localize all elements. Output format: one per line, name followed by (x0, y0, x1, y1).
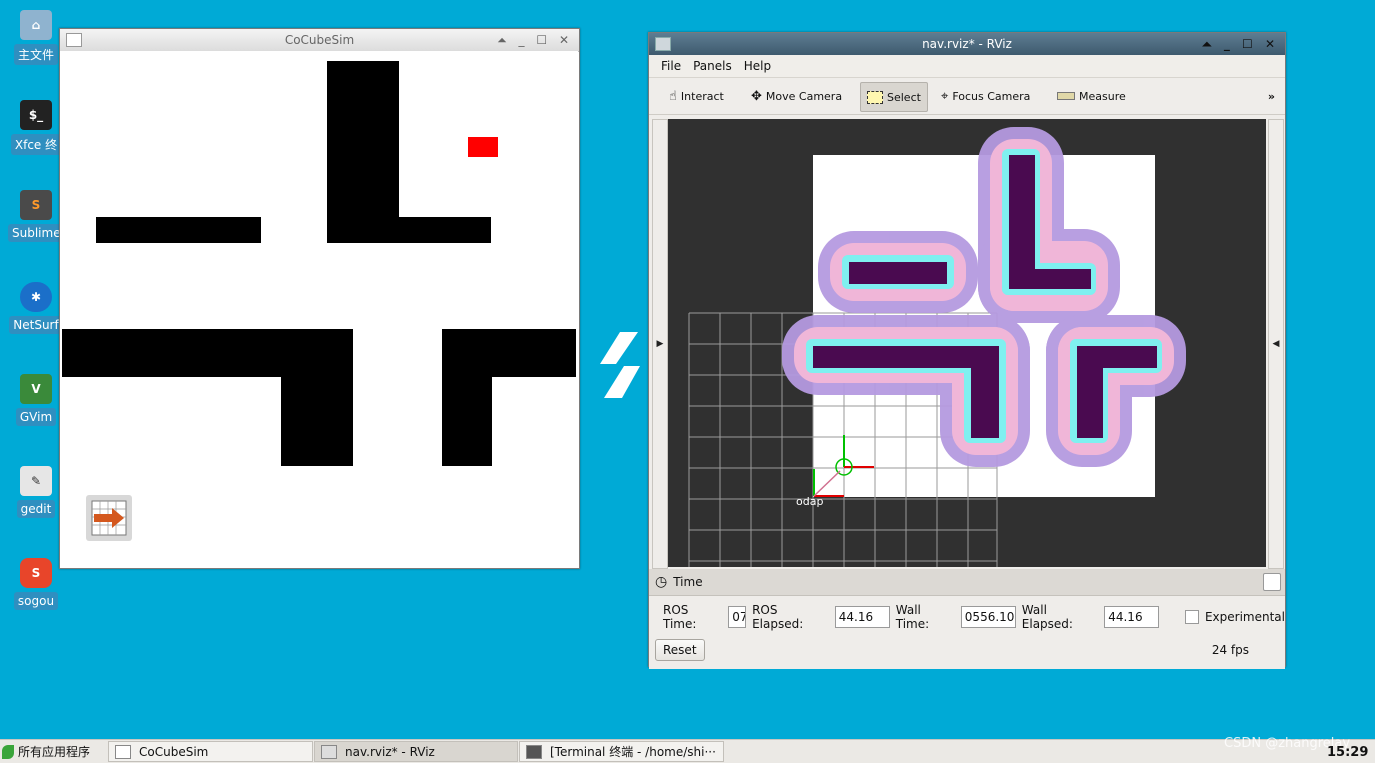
left-panel-toggle-icon[interactable]: ▶ (652, 119, 668, 569)
obstacle (399, 217, 491, 243)
tool-focus-camera[interactable]: ⌖ Focus Camera (935, 82, 1036, 110)
hand-icon: ☝ (669, 88, 677, 104)
wall-elapsed-label: Wall Elapsed: (1021, 603, 1073, 631)
gedit-icon: ✎ (20, 466, 52, 496)
focus-icon: ⌖ (941, 88, 949, 104)
task-rviz[interactable]: nav.rviz* - RViz (314, 741, 518, 762)
wall-time-label: Wall Time: (895, 603, 930, 631)
window-icon (115, 744, 131, 759)
obstacle (281, 377, 353, 466)
tool-move-camera[interactable]: ✥ Move Camera (745, 82, 848, 110)
terminal-icon (526, 744, 542, 759)
obstacle (62, 329, 353, 377)
tool-measure[interactable]: Measure (1051, 82, 1132, 110)
task-terminal[interactable]: [Terminal 终端 - /home/shi··· (519, 741, 724, 762)
menu-bar: File Panels Help (649, 55, 1285, 78)
menu-help[interactable]: Help (744, 59, 771, 73)
wall-time-field[interactable]: 0556.10 (960, 606, 1016, 628)
netsurf-icon: ✱ (20, 282, 52, 312)
desktop-logo-icon (598, 330, 642, 403)
obstacle (442, 329, 576, 377)
rviz-window[interactable]: nav.rviz* - RViz ⏶ _ ☐ ✕ File Panels Hel… (648, 32, 1286, 669)
ros-time-label: ROS Time: (663, 603, 697, 631)
render-viewport[interactable]: odap (668, 119, 1266, 567)
desktop-icon-sogou[interactable]: S sogou (8, 558, 64, 610)
window-controls[interactable]: ⏶ _ ☐ ✕ (1202, 33, 1279, 55)
taskbar: 所有应用程序 CoCubeSim nav.rviz* - RViz [Termi… (0, 736, 1375, 763)
menu-panels[interactable]: Panels (693, 59, 732, 73)
frame-label: odap (796, 495, 824, 508)
tool-select[interactable]: Select (860, 82, 928, 112)
home-folder-icon: ⌂ (20, 10, 52, 40)
ros-time-field[interactable]: 07 (728, 606, 747, 628)
tool-bar: ☝ Interact ✥ Move Camera Select ⌖ Focus Cam… (649, 78, 1285, 115)
rviz-title: nav.rviz* - RViz (922, 37, 1012, 51)
experimental-checkbox[interactable] (1185, 610, 1199, 624)
obstacle (442, 377, 492, 466)
time-fields-row: ROS Time: 07 ROS Elapsed: 44.16 Wall Tim… (663, 603, 1285, 631)
desktop-icon-sublime[interactable]: S Sublime (8, 190, 65, 242)
reset-button[interactable]: Reset (655, 639, 705, 661)
experimental-label: Experimental (1204, 610, 1285, 624)
ros-elapsed-field[interactable]: 44.16 (834, 606, 890, 628)
clock: 15:29 (1327, 745, 1369, 760)
desktop-icon-terminal[interactable]: $_ Xfce 终 (8, 100, 64, 155)
select-box-icon (867, 90, 883, 104)
rviz-icon (321, 744, 337, 759)
sim-title: CoCubeSim (284, 33, 355, 47)
gvim-icon: V (20, 374, 52, 404)
leaf-icon (2, 744, 14, 759)
obstacle (96, 217, 261, 243)
window-menu-icon[interactable] (66, 33, 82, 47)
window-menu-icon[interactable] (655, 37, 671, 51)
sim-titlebar[interactable]: CoCubeSim ⏶ _ ☐ ✕ (60, 29, 579, 52)
right-panel-toggle-icon[interactable]: ◀ (1268, 119, 1284, 569)
grid-arrow-icon[interactable] (86, 495, 132, 541)
toolbar-more-button[interactable]: » (1262, 82, 1281, 110)
desktop-icon-home[interactable]: ⌂ 主文件 (8, 10, 64, 65)
move-icon: ✥ (751, 88, 762, 104)
time-panel-header: ◷ Time (649, 569, 1285, 596)
desktop-icon-gvim[interactable]: V GVim (8, 374, 64, 426)
window-controls[interactable]: ⏶ _ ☐ ✕ (497, 29, 573, 51)
desktop-icon-netsurf[interactable]: ✱ NetSurf (8, 282, 64, 334)
task-cocubesim[interactable]: CoCubeSim (108, 741, 313, 762)
wall-elapsed-field[interactable]: 44.16 (1104, 606, 1160, 628)
ruler-icon (1057, 92, 1075, 100)
menu-file[interactable]: File (661, 59, 681, 73)
obstacle (327, 61, 399, 243)
terminal-icon: $_ (20, 100, 52, 130)
tool-interact[interactable]: ☝ Interact (663, 82, 730, 110)
costmap-view (688, 127, 1186, 567)
rviz-titlebar[interactable]: nav.rviz* - RViz ⏶ _ ☐ ✕ (649, 33, 1285, 55)
start-menu-button[interactable]: 所有应用程序 (2, 743, 90, 760)
clock-icon: ◷ (655, 574, 668, 590)
ros-elapsed-label: ROS Elapsed: (752, 603, 804, 631)
sogou-icon: S (20, 558, 52, 588)
panel-float-button[interactable] (1263, 573, 1281, 591)
time-panel: ◷ Time ROS Time: 07 ROS Elapsed: 44.16 W… (649, 569, 1285, 669)
sublime-icon: S (20, 190, 52, 220)
cocubesim-window[interactable]: CoCubeSim ⏶ _ ☐ ✕ (59, 28, 580, 569)
desktop-icon-gedit[interactable]: ✎ gedit (8, 466, 64, 518)
robot-marker (468, 137, 498, 157)
fps-readout: 24 fps (1211, 643, 1249, 657)
sim-canvas[interactable] (60, 51, 578, 567)
